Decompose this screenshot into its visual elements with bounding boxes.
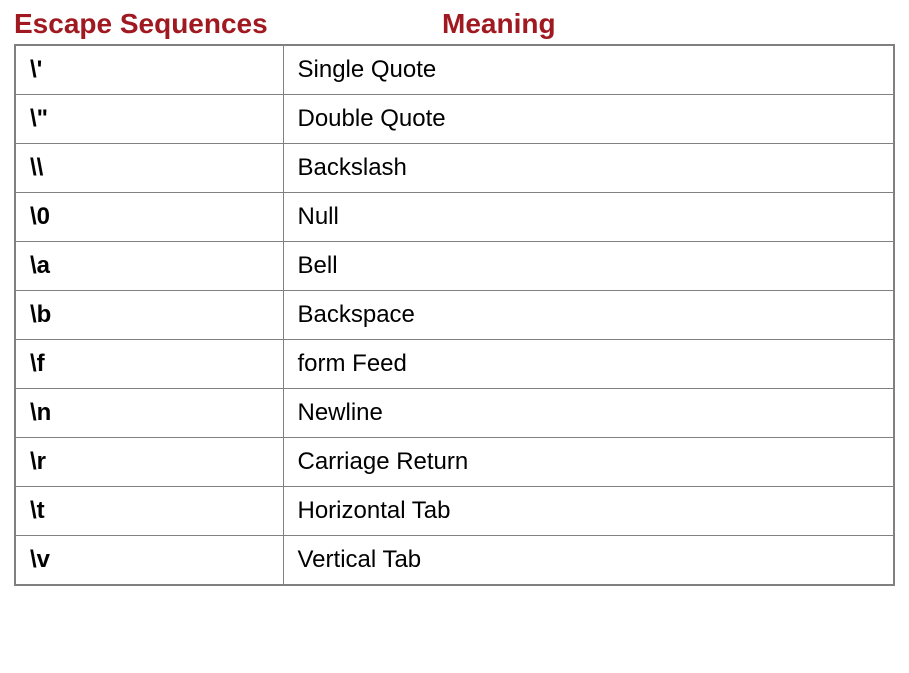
cell-meaning: Vertical Tab <box>283 536 894 586</box>
cell-sequence: \f <box>15 340 283 389</box>
cell-meaning: Bell <box>283 242 894 291</box>
table-row: \\ Backslash <box>15 144 894 193</box>
cell-meaning: Null <box>283 193 894 242</box>
cell-meaning: Backspace <box>283 291 894 340</box>
table-row: \" Double Quote <box>15 95 894 144</box>
escape-sequences-table: \' Single Quote \" Double Quote \\ Backs… <box>14 44 895 586</box>
cell-sequence: \r <box>15 438 283 487</box>
cell-sequence: \a <box>15 242 283 291</box>
table-row: \a Bell <box>15 242 894 291</box>
cell-sequence: \b <box>15 291 283 340</box>
table-row: \n Newline <box>15 389 894 438</box>
cell-sequence: \t <box>15 487 283 536</box>
cell-meaning: Newline <box>283 389 894 438</box>
table-row: \f form Feed <box>15 340 894 389</box>
table-row: \b Backspace <box>15 291 894 340</box>
table-row: \t Horizontal Tab <box>15 487 894 536</box>
cell-sequence: \0 <box>15 193 283 242</box>
cell-meaning: Carriage Return <box>283 438 894 487</box>
table-row: \r Carriage Return <box>15 438 894 487</box>
table-row: \0 Null <box>15 193 894 242</box>
cell-meaning: form Feed <box>283 340 894 389</box>
table-row: \' Single Quote <box>15 45 894 95</box>
header-row: Escape Sequences Meaning <box>14 8 895 44</box>
table-row: \v Vertical Tab <box>15 536 894 586</box>
cell-meaning: Double Quote <box>283 95 894 144</box>
cell-meaning: Backslash <box>283 144 894 193</box>
cell-meaning: Horizontal Tab <box>283 487 894 536</box>
cell-sequence: \n <box>15 389 283 438</box>
cell-meaning: Single Quote <box>283 45 894 95</box>
cell-sequence: \' <box>15 45 283 95</box>
header-escape-sequences: Escape Sequences <box>14 8 282 40</box>
cell-sequence: \v <box>15 536 283 586</box>
cell-sequence: \\ <box>15 144 283 193</box>
header-meaning: Meaning <box>282 8 556 40</box>
cell-sequence: \" <box>15 95 283 144</box>
